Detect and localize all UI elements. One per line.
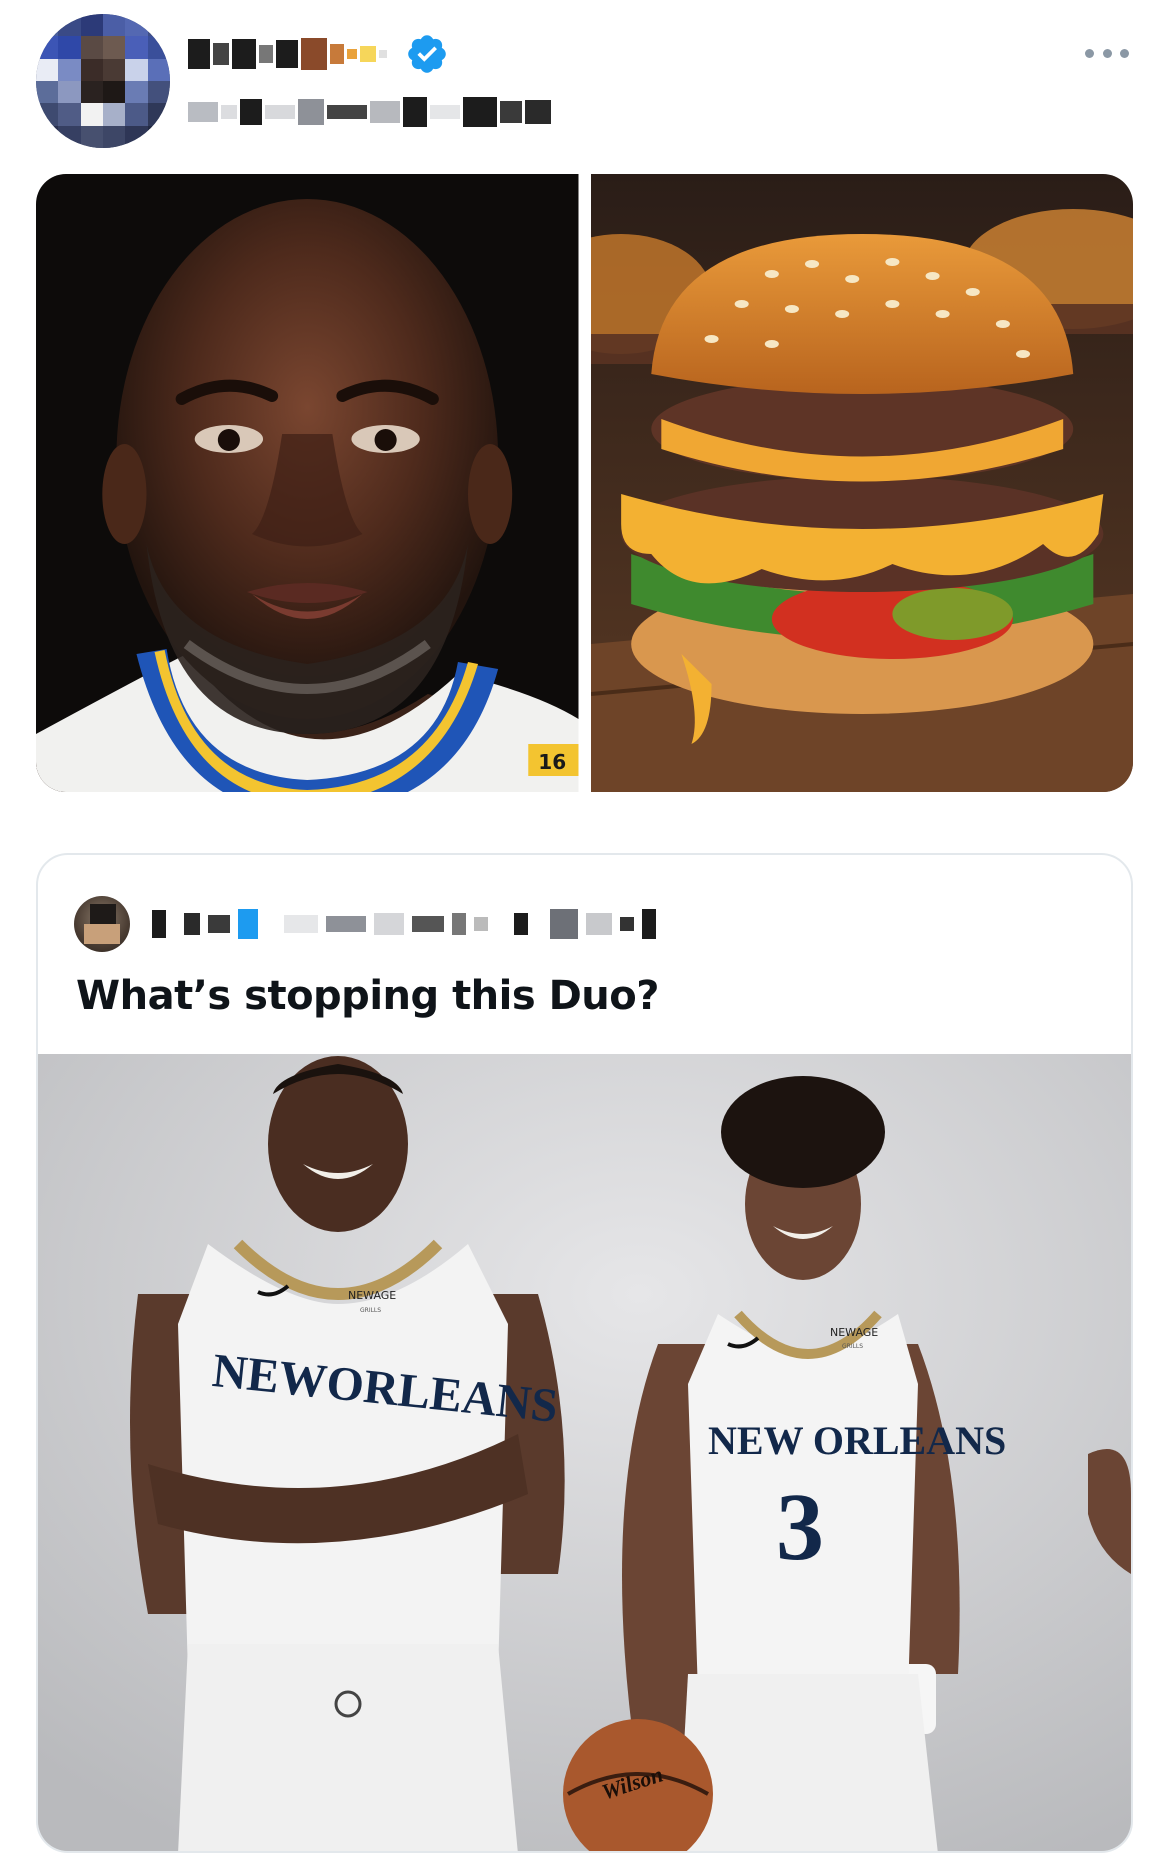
verified-badge-icon — [408, 35, 446, 73]
portrait-photo[interactable]: 16 — [36, 174, 579, 792]
author-name-redacted[interactable] — [188, 30, 449, 78]
right-jersey-number: 3 — [776, 1473, 824, 1580]
quoted-author-redacted[interactable] — [74, 896, 656, 952]
quoted-tweet-card[interactable]: What’s stopping this Duo? NEWORLEANS NEW… — [36, 853, 1133, 1853]
tweet-media-grid: 16 — [36, 174, 1133, 792]
burger-photo[interactable] — [590, 174, 1133, 792]
right-jersey-sponsor-sub: GRILLS — [842, 1343, 863, 1350]
left-jersey-sponsor: NEWAGE — [348, 1289, 396, 1302]
dot — [1085, 48, 1094, 58]
jersey-number: 16 — [538, 750, 566, 774]
author-handle-redacted[interactable] — [188, 94, 551, 130]
more-dots-icon[interactable] — [1085, 44, 1129, 62]
right-jersey-wordmark: NEW ORLEANS — [708, 1418, 1006, 1463]
quoted-tweet-text: What’s stopping this Duo? — [76, 973, 659, 1019]
left-jersey-sponsor-sub: GRILLS — [360, 1307, 381, 1314]
quoted-tweet-photo[interactable]: NEWORLEANS NEWAGE GRILLS Wilson NEW ORLE… — [38, 1054, 1131, 1851]
author-avatar[interactable] — [36, 14, 170, 148]
dot — [1120, 48, 1129, 58]
right-jersey-sponsor: NEWAGE — [830, 1326, 878, 1339]
quoted-author-avatar[interactable] — [74, 896, 130, 952]
name-censor-block — [188, 38, 387, 70]
dot — [1102, 48, 1112, 58]
avatar-pixelation — [36, 14, 170, 148]
